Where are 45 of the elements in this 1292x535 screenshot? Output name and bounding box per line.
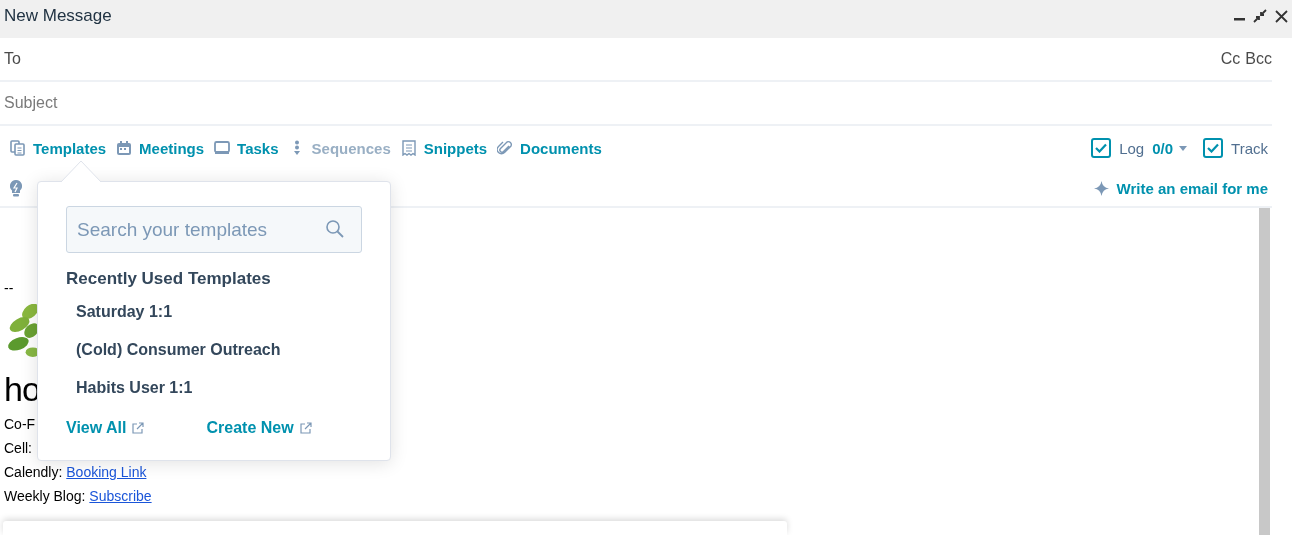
signature-line: Weekly Blog: Subscribe [4,487,152,506]
search-icon [326,220,344,238]
check-icon [1207,143,1220,153]
track-label: Track [1231,139,1268,157]
section-heading: Recently Used Templates [66,269,272,289]
scrollbar[interactable] [1259,208,1270,535]
copy-icon [10,140,26,156]
sparkle-icon [1093,180,1109,196]
signature-line: Co-F [4,415,36,434]
check-icon [1095,143,1108,153]
close-icon[interactable] [1275,9,1288,23]
toolbar-item[interactable]: Meetings [116,139,205,157]
checkbox[interactable] [1091,138,1112,158]
toolbar-item[interactable]: Tasks [214,139,279,157]
window-title: New Message [4,6,112,26]
log-label: Log [1119,139,1145,157]
to-label: To [4,50,21,68]
checkbox[interactable] [1203,138,1224,158]
toolbar-item[interactable]: Documents [497,139,602,157]
popover-link[interactable]: View All [66,419,145,437]
bcc-link[interactable]: Bcc [1245,50,1272,68]
toolbar-item[interactable]: Snippets [400,139,488,157]
write-email-button[interactable]: Write an email for me [1093,179,1268,197]
cc-link[interactable]: Cc [1220,50,1241,68]
external-link-icon [132,422,145,434]
signature-separator: -- [4,280,14,296]
template-item[interactable]: (Cold) Consumer Outreach [66,331,291,369]
log-count-dropdown[interactable]: 0/0 [1152,139,1188,157]
laptop-icon [214,140,231,156]
lightbulb-icon[interactable] [10,179,22,197]
external-link-icon [299,422,312,434]
signature-line: Calendly: Booking Link [4,463,147,482]
calendar-icon [116,140,133,156]
collapse-icon[interactable] [1253,9,1267,23]
caret-icon [1179,145,1188,151]
signature-link[interactable]: Subscribe [89,488,152,504]
signature-line: Cell: [4,439,32,458]
popover-link[interactable]: Create New [206,419,312,437]
signature-link[interactable]: Booking Link [66,464,147,480]
paperclip-icon [497,140,514,156]
template-item[interactable]: Saturday 1:1 [66,293,183,331]
receipt-icon [400,140,417,156]
toolbar-item[interactable]: Templates [10,139,107,157]
template-item[interactable]: Habits User 1:1 [66,369,203,407]
template-search-field[interactable]: Search your templates [66,206,362,253]
